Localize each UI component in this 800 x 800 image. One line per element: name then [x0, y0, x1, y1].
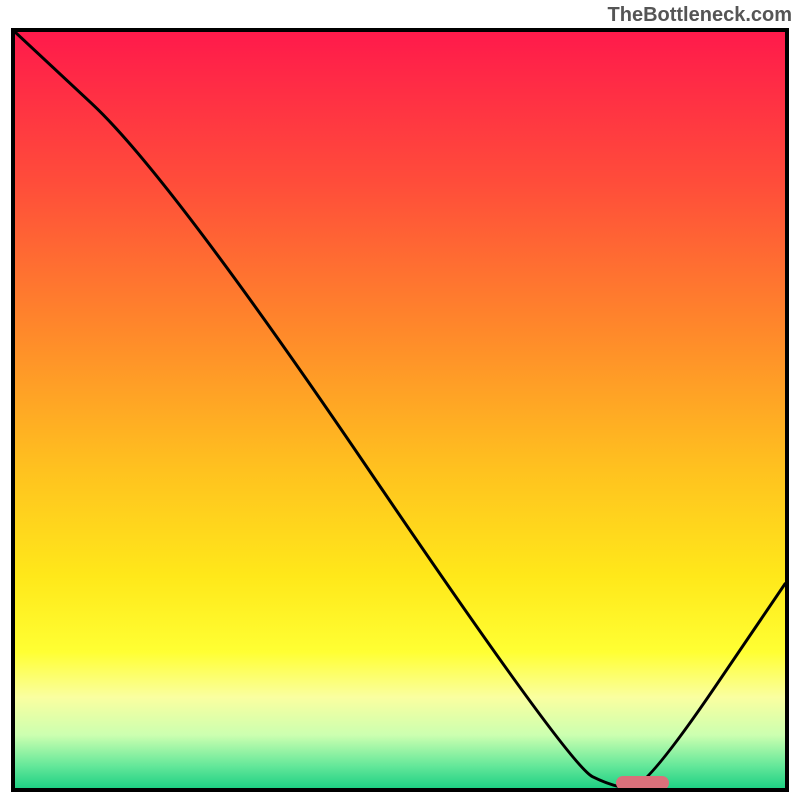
chart-frame — [11, 28, 789, 792]
optimal-range-marker — [616, 776, 670, 790]
bottleneck-curve — [15, 32, 785, 788]
watermark-text: TheBottleneck.com — [608, 4, 792, 27]
